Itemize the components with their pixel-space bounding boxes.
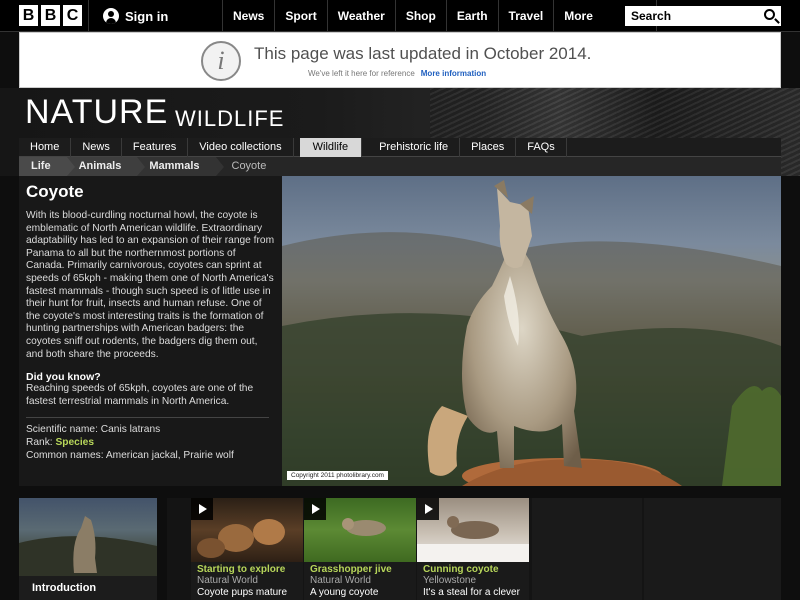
- notice-title: This page was last updated in October 20…: [254, 44, 592, 63]
- more-information-link[interactable]: More information: [421, 69, 486, 78]
- promo-starting-to-explore[interactable]: Starting to explore Natural World Coyote…: [191, 498, 303, 600]
- signin-link[interactable]: Sign in: [88, 0, 218, 32]
- more-label: More: [564, 9, 593, 23]
- coyote-hero-image: Copyright 2011 photolibrary.com: [282, 176, 781, 486]
- nav-travel[interactable]: Travel: [497, 0, 554, 32]
- nav-weather[interactable]: Weather: [326, 0, 395, 32]
- did-you-know-heading: Did you know?: [26, 371, 101, 384]
- scientific-name-row: Scientific name: Canis latrans: [26, 424, 275, 437]
- empty-panel: [644, 498, 781, 600]
- subnav-video-collections[interactable]: Video collections: [188, 138, 294, 157]
- subnav-prehistoric-life[interactable]: Prehistoric life: [368, 138, 461, 157]
- breadcrumb-current: Coyote: [231, 160, 267, 172]
- rank-link[interactable]: Species: [55, 437, 94, 448]
- archive-notice: i This page was last updated in October …: [19, 32, 781, 88]
- section-nav: Home News Features Video collections Wil…: [19, 138, 781, 157]
- promo-title: Starting to explore: [197, 564, 286, 575]
- promo-grasshopper-jive[interactable]: Grasshopper jive Natural World A young c…: [304, 498, 416, 600]
- global-nav: News Sport Weather Shop Earth Travel Mor…: [222, 0, 658, 32]
- promo-description: A young coyote: [310, 587, 379, 598]
- search-icon[interactable]: [764, 9, 775, 20]
- page-title: Coyote: [26, 182, 84, 201]
- coyote-illustration: [282, 180, 781, 486]
- scientific-name-value: Canis latrans: [100, 424, 161, 436]
- empty-panel: [532, 498, 642, 600]
- promo-source: Natural World: [197, 575, 258, 586]
- promo-thumbnail: [304, 498, 416, 562]
- breadcrumb-animals[interactable]: Animals: [66, 157, 146, 176]
- promo-thumbnail: [191, 498, 303, 562]
- did-you-know-text: Reaching speeds of 65kph, coyotes are on…: [26, 383, 254, 407]
- notice-subtitle: We've left it here for reference More inf…: [308, 69, 486, 78]
- search-input[interactable]: Search: [625, 6, 781, 26]
- nature-title[interactable]: NATURE: [25, 93, 168, 132]
- common-names-value: American jackal, Prairie wolf: [105, 449, 234, 461]
- play-icon[interactable]: [417, 498, 439, 520]
- logo-letter: B: [41, 5, 60, 26]
- info-icon: i: [201, 41, 241, 81]
- promo-thumbnail: [417, 498, 529, 562]
- article-body: With its blood-curdling nocturnal howl, …: [26, 210, 275, 360]
- breadcrumb-life[interactable]: Life: [19, 157, 75, 176]
- divider: [26, 417, 269, 419]
- scientific-name-label: Scientific name:: [26, 424, 98, 436]
- signin-label: Sign in: [125, 8, 169, 24]
- image-copyright: Copyright 2011 photolibrary.com: [287, 471, 388, 480]
- introduction-video-thumbnail[interactable]: [19, 498, 157, 578]
- promo-source: Yellowstone: [423, 575, 477, 586]
- play-icon[interactable]: [191, 498, 213, 520]
- nav-earth[interactable]: Earth: [445, 0, 498, 32]
- promo-title: Cunning coyote: [423, 564, 499, 575]
- play-icon[interactable]: [304, 498, 326, 520]
- subnav-home[interactable]: Home: [19, 138, 72, 157]
- breadcrumb: Life Animals Mammals Coyote: [19, 157, 781, 176]
- promo-title: Grasshopper jive: [310, 564, 392, 575]
- logo-letter: B: [19, 5, 38, 26]
- user-icon: [103, 8, 119, 24]
- subnav-news[interactable]: News: [71, 138, 122, 157]
- bbc-logo[interactable]: B B C: [19, 5, 82, 26]
- notice-subtitle-text: We've left it here for reference: [308, 69, 415, 78]
- rank-row: Rank: Species: [26, 437, 275, 450]
- bbc-global-bar: B B C Sign in News Sport Weather Shop Ea…: [0, 0, 800, 32]
- rank-label: Rank:: [26, 436, 53, 448]
- wildlife-title[interactable]: WILDLIFE: [175, 106, 284, 132]
- promo-description: Coyote pups mature: [197, 587, 288, 598]
- nav-news[interactable]: News: [222, 0, 274, 32]
- coyote-thumbnail-art: [19, 516, 157, 578]
- promo-description: It's a steal for a clever: [423, 587, 520, 598]
- common-names-row: Common names: American jackal, Prairie w…: [26, 450, 275, 463]
- common-names-label: Common names:: [26, 449, 104, 461]
- subnav-wildlife[interactable]: Wildlife: [299, 138, 363, 157]
- search-placeholder: Search: [631, 9, 672, 23]
- promo-source: Natural World: [310, 575, 371, 586]
- logo-letter: C: [63, 5, 82, 26]
- subnav-places[interactable]: Places: [460, 138, 517, 157]
- species-article: Coyote With its blood-curdling nocturnal…: [19, 176, 282, 486]
- subnav-faqs[interactable]: FAQs: [516, 138, 567, 157]
- nav-sport[interactable]: Sport: [274, 0, 326, 32]
- subnav-features[interactable]: Features: [122, 138, 189, 157]
- promo-cunning-coyote[interactable]: Cunning coyote Yellowstone It's a steal …: [417, 498, 529, 600]
- nav-shop[interactable]: Shop: [394, 0, 446, 32]
- breadcrumb-mammals[interactable]: Mammals: [137, 157, 224, 176]
- introduction-link[interactable]: Introduction: [19, 576, 157, 600]
